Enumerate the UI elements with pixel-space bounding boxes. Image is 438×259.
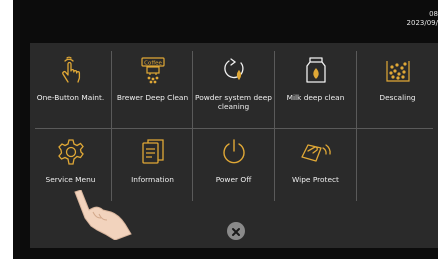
tile-label: One-Button Maint. bbox=[36, 93, 105, 102]
brewer-icon: Coffee bbox=[138, 55, 168, 89]
brewer-deep-clean-button[interactable]: Coffee Brewer Deep Clean bbox=[112, 51, 193, 125]
document-icon bbox=[140, 138, 166, 170]
power-icon bbox=[220, 138, 248, 170]
tile-label: Wipe Protect bbox=[292, 175, 339, 184]
grid-divider bbox=[35, 128, 433, 129]
powder-clean-icon bbox=[220, 55, 248, 89]
milk-carton-icon bbox=[304, 55, 328, 89]
clock: 08 2023/09/ bbox=[407, 10, 438, 28]
clock-date: 2023/09/ bbox=[406, 19, 438, 27]
milk-deep-clean-button[interactable]: Milk deep clean bbox=[275, 51, 356, 125]
one-button-maint-button[interactable]: One-Button Maint. bbox=[30, 51, 111, 125]
tile-label: Powder system deep cleaning bbox=[195, 93, 272, 111]
power-off-button[interactable]: Power Off bbox=[193, 133, 274, 207]
gear-icon bbox=[57, 138, 85, 170]
tile-label: Information bbox=[131, 175, 174, 184]
clock-time: 08 bbox=[429, 10, 438, 18]
tile-label: Power Off bbox=[215, 175, 252, 184]
device-screen: 08 2023/09/ One-Button Maint. Coffee Bre… bbox=[13, 0, 438, 259]
pointing-hand-illustration bbox=[71, 189, 135, 244]
tile-label: Brewer Deep Clean bbox=[116, 93, 189, 102]
close-button[interactable] bbox=[227, 222, 245, 240]
empty-tile bbox=[357, 133, 438, 207]
tile-label: Descaling bbox=[379, 93, 416, 102]
wipe-protect-button[interactable]: Wipe Protect bbox=[275, 133, 356, 207]
close-icon bbox=[231, 222, 241, 241]
svg-text:Coffee: Coffee bbox=[144, 61, 162, 67]
tile-label: Service Menu bbox=[45, 175, 96, 184]
wipe-hand-icon bbox=[299, 139, 333, 169]
hand-tap-icon bbox=[58, 55, 84, 89]
tile-label: Milk deep clean bbox=[286, 93, 345, 102]
descaling-button[interactable]: Descaling bbox=[357, 51, 438, 125]
powder-system-deep-cleaning-button[interactable]: Powder system deep cleaning bbox=[193, 51, 274, 125]
descaling-icon bbox=[384, 55, 412, 89]
